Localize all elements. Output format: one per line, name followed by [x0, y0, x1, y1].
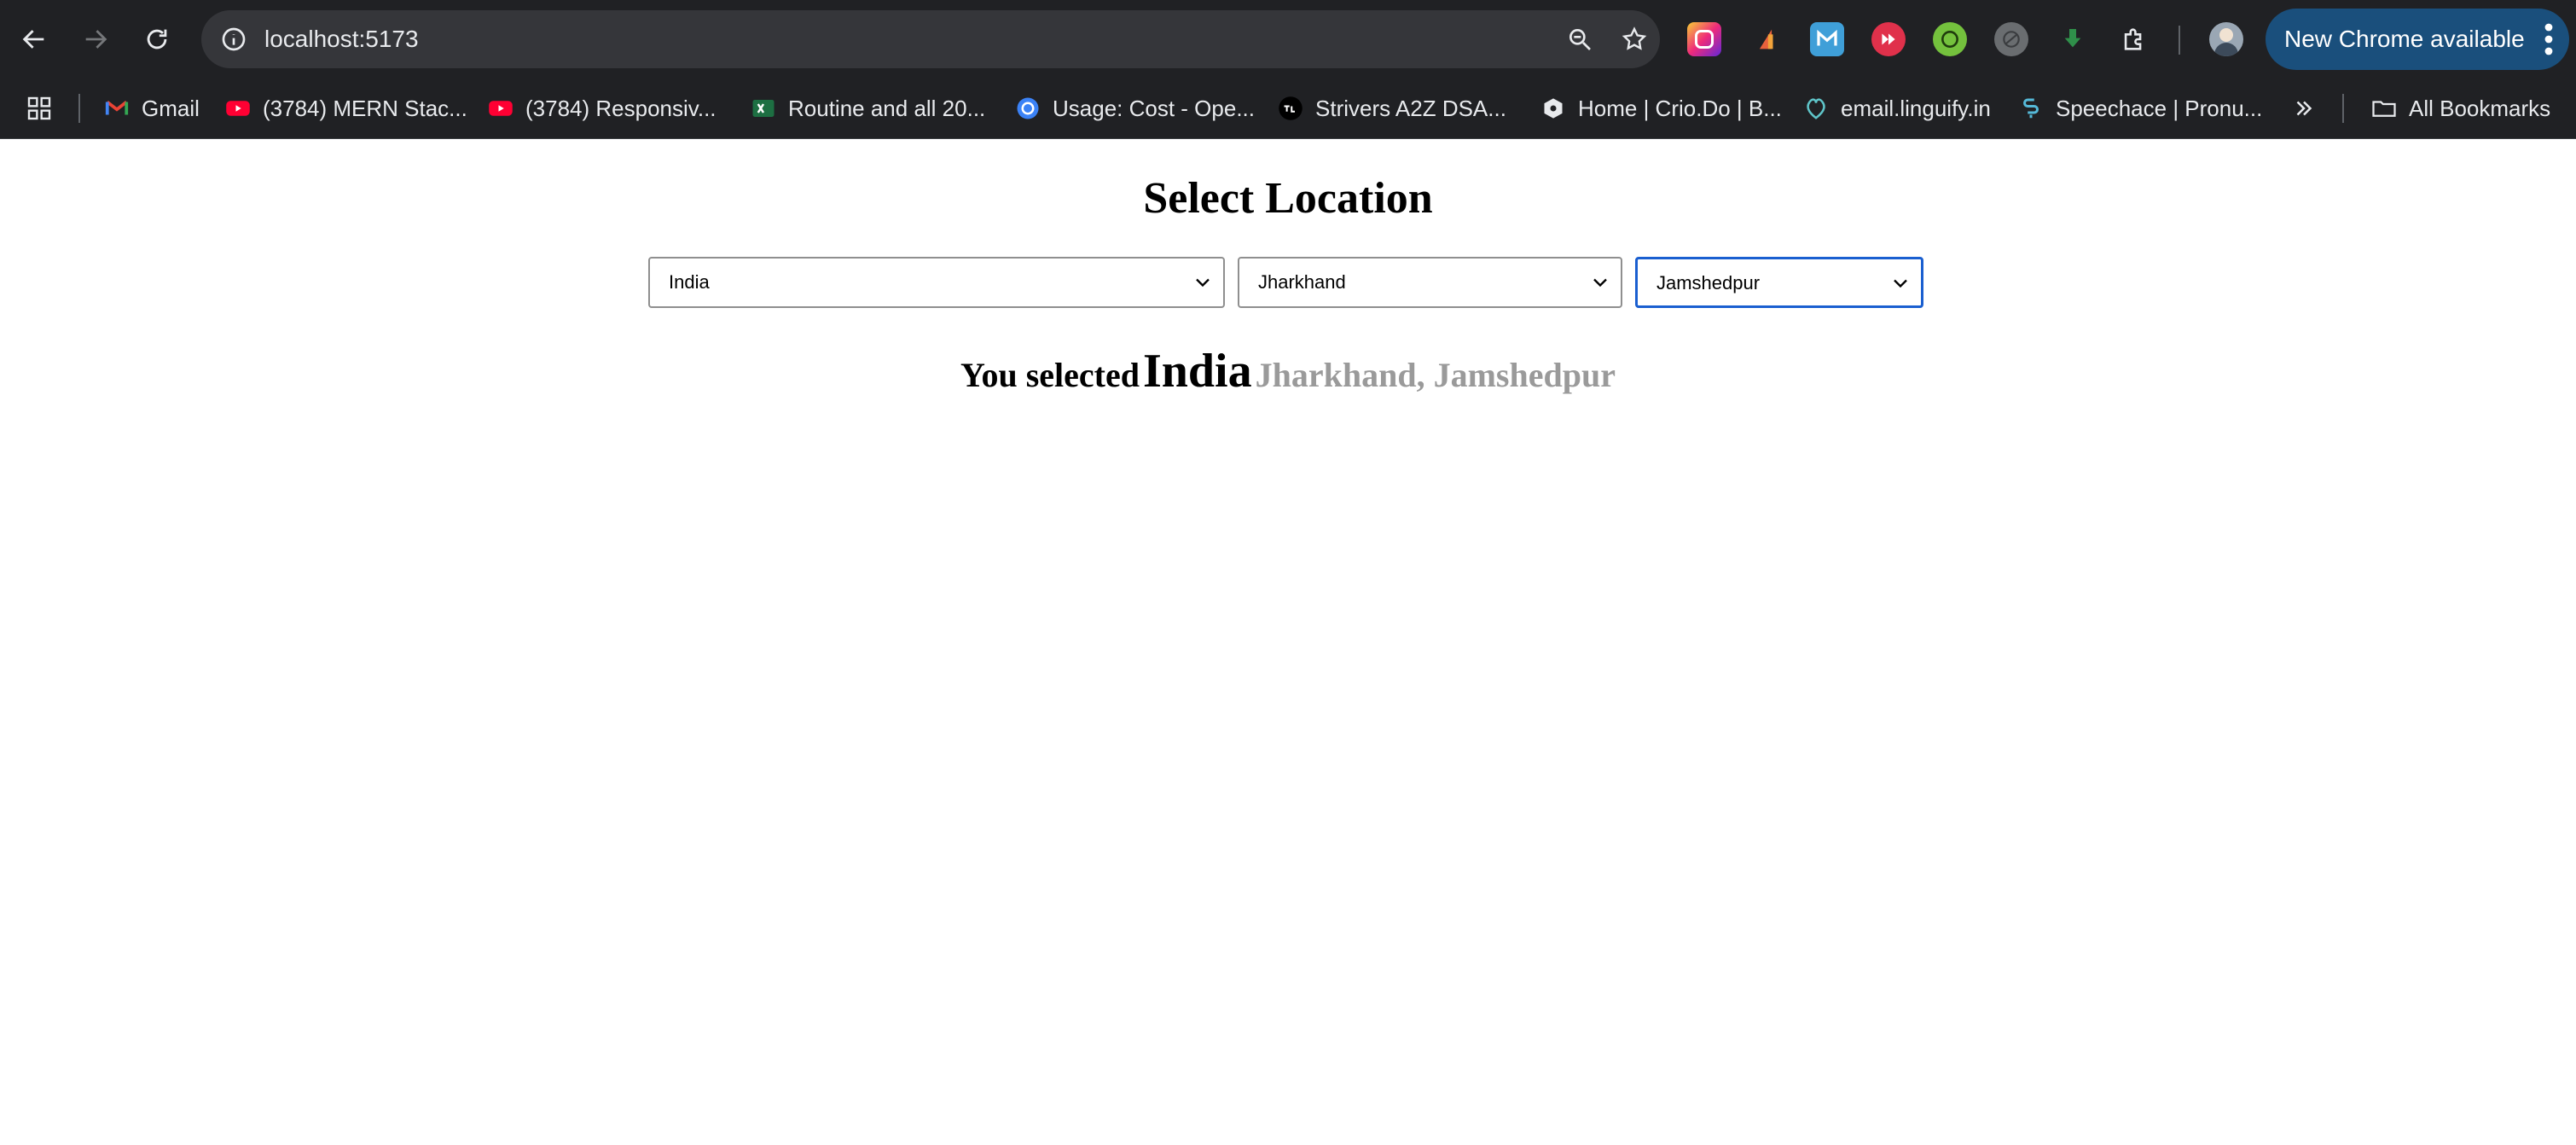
forward-button[interactable]	[70, 14, 121, 65]
summary-country: India	[1142, 345, 1252, 398]
download-extension-icon[interactable]	[2056, 22, 2090, 56]
mailmeteor-extension-icon[interactable]	[1810, 22, 1844, 56]
bookmark-strivers[interactable]: Strivers A2Z DSA...	[1278, 78, 1506, 138]
extensions-puzzle-icon[interactable]	[2117, 22, 2151, 56]
bookmark-responsive[interactable]: (3784) Responsiv...	[488, 78, 717, 138]
crio-icon	[1540, 96, 1566, 121]
bookmark-label: Routine and all 20...	[788, 95, 986, 121]
bookmark-label: (3784) MERN Stac...	[263, 95, 467, 121]
more-menu-icon	[2544, 23, 2553, 55]
page-content: Select Location India Jharkhand Jamshedp…	[0, 139, 2576, 1145]
bookmarks-bar: Gmail (3784) MERN Stac... (3784) Respons…	[0, 78, 2576, 139]
bookmark-label: (3784) Responsiv...	[525, 95, 717, 121]
country-select[interactable]: India	[648, 257, 1225, 308]
apps-button[interactable]	[26, 78, 53, 138]
linguify-icon	[1803, 96, 1829, 121]
selection-summary: You selected India Jharkhand, Jamshedpur	[0, 344, 2576, 398]
excel-icon	[751, 96, 776, 121]
address-bar[interactable]: localhost:5173	[201, 10, 1660, 68]
openai-icon	[1015, 96, 1041, 121]
bookmark-star-icon[interactable]	[1616, 20, 1653, 58]
bookmark-routine[interactable]: Routine and all 20...	[751, 78, 985, 138]
city-select[interactable]: Jamshedpur	[1635, 257, 1923, 308]
browser-toolbar: localhost:5173 New Chrome available	[0, 0, 2576, 78]
bookmark-label: Usage: Cost - Ope...	[1053, 95, 1255, 121]
bookmarks-divider	[2342, 94, 2344, 123]
bookmark-label: email.linguify.in	[1841, 95, 1991, 121]
bookmarks-divider	[78, 94, 80, 123]
bookmark-label: Speechace | Pronu...	[2056, 95, 2263, 121]
back-button[interactable]	[9, 14, 60, 65]
chevron-down-icon	[1593, 278, 1607, 288]
speechace-icon	[2018, 96, 2044, 121]
bookmark-label: Home | Crio.Do | B...	[1578, 95, 1782, 121]
tuf-icon	[1278, 96, 1303, 121]
page-title: Select Location	[1143, 174, 1433, 223]
arrow-right-icon	[85, 30, 107, 49]
bookmark-speechace[interactable]: Speechace | Pronu...	[2018, 78, 2262, 138]
city-select-value: Jamshedpur	[1656, 272, 1761, 294]
reload-button[interactable]	[131, 14, 183, 65]
chrome-update-label: New Chrome available	[2284, 26, 2525, 52]
video-speed-extension-icon[interactable]	[1871, 22, 1906, 56]
bookmark-label: Strivers A2Z DSA...	[1315, 95, 1506, 121]
state-select-value: Jharkhand	[1258, 271, 1346, 293]
chevron-down-icon	[1894, 279, 1907, 288]
blocked-extension-icon[interactable]	[1994, 22, 2028, 56]
chevron-down-icon	[1196, 278, 1210, 288]
folder-icon	[2371, 96, 2397, 121]
bookmark-mern-stack[interactable]: (3784) MERN Stac...	[225, 78, 467, 138]
bookmark-linguify[interactable]: email.linguify.in	[1803, 78, 1991, 138]
reload-icon	[147, 29, 167, 49]
instagram-extension-icon[interactable]	[1687, 22, 1721, 56]
color-picker-extension-icon[interactable]	[1749, 22, 1783, 56]
apps-grid-icon	[27, 96, 51, 120]
profile-avatar[interactable]	[2209, 22, 2243, 56]
bookmarks-overflow-button[interactable]	[2291, 78, 2317, 138]
grammar-extension-icon[interactable]	[1933, 22, 1967, 56]
state-select[interactable]: Jharkhand	[1238, 257, 1622, 308]
url-text[interactable]: localhost:5173	[264, 10, 419, 68]
site-info-icon[interactable]	[215, 20, 252, 58]
summary-state-city: Jharkhand, Jamshedpur	[1255, 356, 1616, 394]
bookmark-crio[interactable]: Home | Crio.Do | B...	[1540, 78, 1782, 138]
zoom-icon[interactable]	[1561, 20, 1598, 58]
arrow-left-icon	[22, 30, 44, 49]
chrome-update-button[interactable]: New Chrome available	[2266, 9, 2569, 70]
all-bookmarks-button[interactable]: All Bookmarks	[2371, 78, 2550, 138]
all-bookmarks-label: All Bookmarks	[2409, 95, 2551, 121]
youtube-icon	[488, 96, 513, 121]
country-select-value: India	[669, 271, 710, 293]
toolbar-divider	[2179, 26, 2180, 55]
chevron-double-right-icon	[2296, 101, 2312, 116]
youtube-icon	[225, 96, 251, 121]
bookmark-label: Gmail	[142, 95, 200, 121]
bookmark-usage-cost[interactable]: Usage: Cost - Ope...	[1015, 78, 1255, 138]
bookmark-gmail[interactable]: Gmail	[104, 78, 200, 138]
summary-prefix: You selected	[960, 356, 1140, 394]
gmail-icon	[104, 96, 130, 121]
